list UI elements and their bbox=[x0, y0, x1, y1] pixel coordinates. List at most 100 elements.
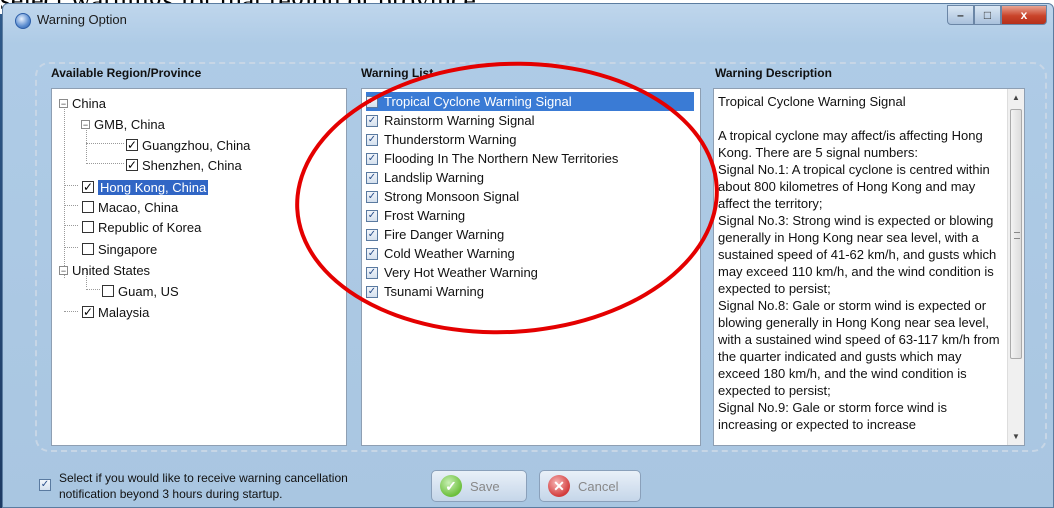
close-button[interactable]: x bbox=[1001, 5, 1047, 25]
warning-label: Thunderstorm Warning bbox=[384, 132, 517, 147]
warning-checkbox[interactable]: ✓ bbox=[366, 247, 378, 260]
warning-checkbox[interactable]: ✓ bbox=[366, 114, 378, 127]
save-label: Save bbox=[470, 478, 500, 494]
minimize-button[interactable]: – bbox=[947, 5, 974, 25]
check-icon: ✓ bbox=[440, 475, 462, 497]
warning-list-panel: ✓ Tropical Cyclone Warning Signal ✓ Rain… bbox=[361, 88, 701, 446]
tree-node-china[interactable]: − China bbox=[59, 93, 106, 113]
region-checkbox[interactable]: ✓ bbox=[126, 159, 138, 171]
tree-label: GMB, China bbox=[94, 116, 165, 132]
tree-line bbox=[64, 185, 78, 186]
description-line: Signal No.1: A tropical cyclone is centr… bbox=[718, 162, 990, 211]
region-checkbox[interactable]: ✓ bbox=[82, 181, 94, 193]
tree-line bbox=[86, 143, 124, 144]
warning-description-title: Warning Description bbox=[715, 66, 832, 80]
warning-item[interactable]: ✓ Tsunami Warning bbox=[366, 282, 694, 301]
warning-item[interactable]: ✓ Thunderstorm Warning bbox=[366, 130, 694, 149]
warning-checkbox[interactable]: ✓ bbox=[366, 171, 378, 184]
collapse-icon[interactable]: − bbox=[81, 119, 90, 129]
tree-node-shenzhen[interactable]: ✓ Shenzhen, China bbox=[126, 155, 242, 175]
warning-item[interactable]: ✓ Fire Danger Warning bbox=[366, 225, 694, 244]
warning-item[interactable]: ✓ Tropical Cyclone Warning Signal bbox=[366, 92, 694, 111]
tree-line bbox=[64, 311, 78, 312]
warning-label: Rainstorm Warning Signal bbox=[384, 113, 535, 128]
warning-checkbox[interactable]: ✓ bbox=[366, 95, 378, 108]
warning-checkbox[interactable]: ✓ bbox=[366, 285, 378, 298]
description-line bbox=[718, 110, 1006, 127]
save-button[interactable]: ✓ Save bbox=[431, 470, 527, 502]
tree-label: Guangzhou, China bbox=[142, 137, 251, 153]
scroll-up-icon[interactable]: ▲ bbox=[1008, 89, 1024, 106]
region-column-title: Available Region/Province bbox=[51, 66, 202, 80]
tree-line bbox=[64, 205, 78, 206]
app-globe-icon bbox=[15, 13, 31, 29]
region-checkbox[interactable]: ✓ bbox=[82, 306, 94, 318]
tree-line bbox=[64, 225, 78, 226]
warning-label: Landslip Warning bbox=[384, 170, 484, 185]
cancel-x-icon: ✕ bbox=[548, 475, 570, 497]
title-bar[interactable]: Warning Option – □ x bbox=[3, 4, 1053, 36]
region-checkbox[interactable] bbox=[82, 201, 94, 213]
tree-label: Guam, US bbox=[118, 283, 179, 299]
warning-label: Strong Monsoon Signal bbox=[384, 189, 520, 204]
description-line: Tropical Cyclone Warning Signal bbox=[718, 94, 906, 109]
scroll-thumb[interactable] bbox=[1010, 109, 1022, 359]
tree-label: Malaysia bbox=[98, 304, 150, 320]
warning-checkbox[interactable]: ✓ bbox=[366, 209, 378, 222]
collapse-icon[interactable]: − bbox=[59, 265, 68, 275]
warning-checkbox[interactable]: ✓ bbox=[366, 266, 378, 279]
tree-node-hong-kong[interactable]: ✓ Hong Kong, China bbox=[82, 177, 209, 197]
tree-line bbox=[86, 289, 100, 290]
tree-label: Shenzhen, China bbox=[142, 157, 242, 173]
warning-list-title: Warning List bbox=[361, 66, 434, 80]
warning-description-panel[interactable]: Tropical Cyclone Warning Signal A tropic… bbox=[713, 88, 1025, 446]
cancellation-notify-checkbox[interactable]: ✓ bbox=[39, 479, 51, 491]
maximize-button[interactable]: □ bbox=[974, 5, 1001, 25]
region-checkbox[interactable] bbox=[102, 285, 114, 297]
description-line: Signal No.9: Gale or storm force wind is… bbox=[718, 400, 948, 432]
description-text: Tropical Cyclone Warning Signal A tropic… bbox=[718, 93, 1006, 433]
warning-item[interactable]: ✓ Flooding In The Northern New Territori… bbox=[366, 149, 694, 168]
warning-option-window: Warning Option – □ x Available Region/Pr… bbox=[2, 3, 1054, 508]
tree-node-korea[interactable]: Republic of Korea bbox=[82, 217, 201, 237]
warning-checkbox[interactable]: ✓ bbox=[366, 152, 378, 165]
tree-node-singapore[interactable]: Singapore bbox=[82, 239, 157, 259]
tree-label-selected: Hong Kong, China bbox=[98, 179, 209, 195]
warning-item[interactable]: ✓ Frost Warning bbox=[366, 206, 694, 225]
warning-checkbox[interactable]: ✓ bbox=[366, 190, 378, 203]
cancel-label: Cancel bbox=[578, 478, 619, 494]
tree-node-gmb-china[interactable]: − GMB, China bbox=[81, 114, 165, 134]
warning-label: Frost Warning bbox=[384, 208, 466, 223]
warning-item[interactable]: ✓ Very Hot Weather Warning bbox=[366, 263, 694, 282]
window-title: Warning Option bbox=[37, 12, 127, 27]
tree-node-guam[interactable]: Guam, US bbox=[102, 281, 179, 301]
grip-icon bbox=[1014, 232, 1020, 239]
tree-node-malaysia[interactable]: ✓ Malaysia bbox=[82, 302, 149, 322]
warning-item[interactable]: ✓ Strong Monsoon Signal bbox=[366, 187, 694, 206]
tree-node-united-states[interactable]: − United States bbox=[59, 260, 150, 280]
warning-label: Very Hot Weather Warning bbox=[384, 265, 538, 280]
warning-label: Tsunami Warning bbox=[384, 284, 484, 299]
tree-node-guangzhou[interactable]: ✓ Guangzhou, China bbox=[126, 135, 250, 155]
warning-checkbox[interactable]: ✓ bbox=[366, 228, 378, 241]
warning-label: Fire Danger Warning bbox=[384, 227, 505, 242]
tree-node-macao[interactable]: Macao, China bbox=[82, 197, 178, 217]
warning-item[interactable]: ✓ Cold Weather Warning bbox=[366, 244, 694, 263]
cancel-button[interactable]: ✕ Cancel bbox=[539, 470, 641, 502]
warning-checkbox[interactable]: ✓ bbox=[366, 133, 378, 146]
region-checkbox[interactable] bbox=[82, 243, 94, 255]
description-scrollbar[interactable]: ▲ ▼ bbox=[1007, 89, 1024, 445]
region-checkbox[interactable]: ✓ bbox=[126, 139, 138, 151]
tree-label: Macao, China bbox=[98, 199, 179, 215]
warning-item[interactable]: ✓ Landslip Warning bbox=[366, 168, 694, 187]
warning-item[interactable]: ✓ Rainstorm Warning Signal bbox=[366, 111, 694, 130]
region-checkbox[interactable] bbox=[82, 221, 94, 233]
description-line: Signal No.8: Gale or storm wind is expec… bbox=[718, 298, 1000, 398]
warning-label: Cold Weather Warning bbox=[384, 246, 515, 261]
collapse-icon[interactable]: − bbox=[59, 98, 68, 108]
tree-label: China bbox=[72, 95, 106, 111]
window-controls: – □ x bbox=[947, 5, 1047, 25]
scroll-down-icon[interactable]: ▼ bbox=[1008, 428, 1024, 445]
tree-line bbox=[64, 247, 78, 248]
warning-label: Tropical Cyclone Warning Signal bbox=[384, 94, 572, 109]
